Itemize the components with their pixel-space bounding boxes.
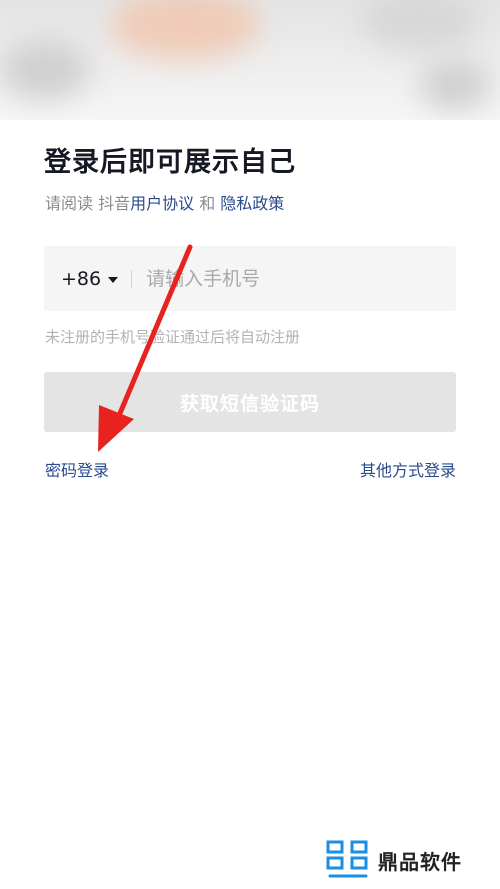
red-arrow-annotation: [98, 244, 193, 452]
brand-logo-icon: [326, 840, 368, 878]
arrow-shaft: [115, 244, 193, 421]
arrow-head: [98, 405, 134, 452]
watermark-text: 鼎品软件: [378, 849, 462, 874]
watermark: 鼎品软件: [326, 840, 462, 880]
